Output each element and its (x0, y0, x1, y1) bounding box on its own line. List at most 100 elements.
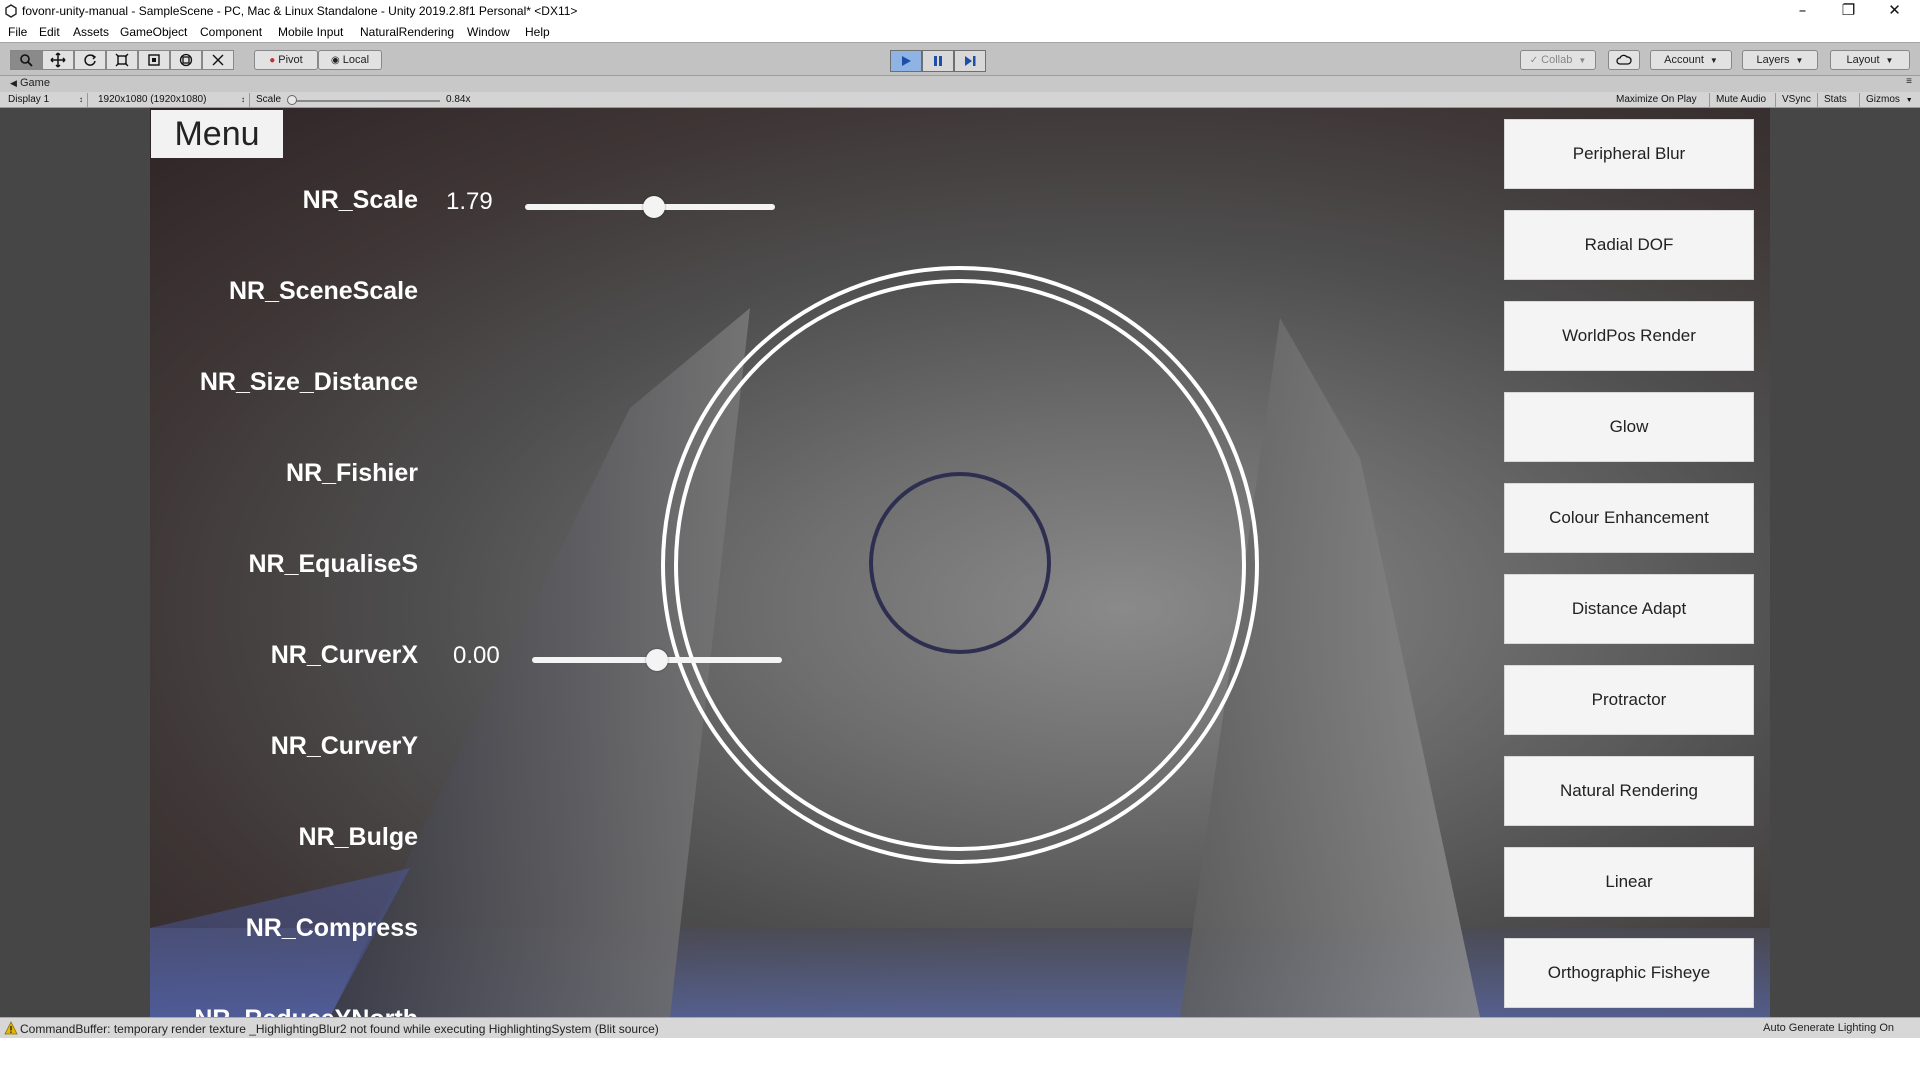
menu-file[interactable]: File (8, 25, 27, 39)
rect-tool-icon[interactable] (138, 50, 170, 70)
pivot-label: Pivot (278, 54, 303, 66)
play-icon (902, 56, 911, 66)
minimize-icon[interactable]: – (1780, 0, 1825, 22)
lighting-status: Auto Generate Lighting On (1763, 1022, 1894, 1034)
transform-tool-icon[interactable] (170, 50, 202, 70)
step-icon (965, 56, 976, 66)
menu-component[interactable]: Component (200, 25, 262, 39)
stats-toggle[interactable]: Stats (1820, 93, 1860, 107)
slider-thumb-nr-curverx[interactable] (646, 649, 668, 671)
resolution-dropdown[interactable]: 1920x1080 (1920x1080) ↕ (90, 93, 250, 107)
step-button[interactable] (954, 50, 986, 72)
linear-button[interactable]: Linear (1504, 847, 1754, 917)
restore-icon[interactable]: ❐ (1826, 0, 1871, 22)
param-label-nr-bulge: NR_Bulge (298, 823, 418, 851)
tab-menu-icon[interactable]: ≡ (1906, 76, 1912, 87)
custom-tool-icon[interactable] (202, 50, 234, 70)
cloud-icon (1616, 54, 1632, 65)
layers-label: Layers (1756, 54, 1790, 66)
peripheral-blur-button[interactable]: Peripheral Blur (1504, 119, 1754, 189)
scale-slider-thumb[interactable] (287, 95, 297, 105)
menu-assets[interactable]: Assets (73, 25, 109, 39)
param-label-nr-scale: NR_Scale (302, 186, 418, 214)
scale-label: Scale (256, 94, 282, 105)
distance-adapt-button[interactable]: Distance Adapt (1504, 574, 1754, 644)
param-label-nr-compress: NR_Compress (245, 914, 418, 942)
worldpos-render-button[interactable]: WorldPos Render (1504, 301, 1754, 371)
collab-dropdown[interactable]: ✓ Collab ▼ (1520, 50, 1596, 70)
cloud-button[interactable] (1608, 50, 1640, 70)
game-view-controls: Display 1 ↕ 1920x1080 (1920x1080) ↕ Scal… (0, 92, 1920, 108)
scale-slider-track[interactable] (290, 100, 440, 102)
slider-thumb-nr-scale[interactable] (643, 196, 665, 218)
menu-edit[interactable]: Edit (39, 25, 60, 39)
param-label-nr-curvery: NR_CurverY (270, 732, 418, 760)
play-button[interactable] (890, 50, 922, 72)
updown-icon: ↕ (241, 95, 245, 104)
layout-dropdown[interactable]: Layout ▼ (1830, 50, 1910, 70)
resolution-label: 1920x1080 (1920x1080) (98, 94, 207, 105)
gizmos-dropdown[interactable]: Gizmos ▼ (1862, 93, 1916, 107)
menu-gameobject[interactable]: GameObject (120, 25, 187, 39)
window-title: fovonr-unity-manual - SampleScene - PC, … (22, 4, 578, 18)
mute-audio-toggle[interactable]: Mute Audio (1712, 93, 1776, 107)
natural-rendering-button[interactable]: Natural Rendering (1504, 756, 1754, 826)
param-label-nr-fishier: NR_Fishier (286, 459, 418, 487)
game-icon: ◀ (10, 78, 17, 88)
hand-tool-icon[interactable] (10, 50, 42, 70)
local-label: Local (342, 54, 370, 66)
check-icon: ✓ (1529, 54, 1539, 66)
game-tab-header: ◀ Game ≡ (0, 76, 1920, 92)
radial-dof-button[interactable]: Radial DOF (1504, 210, 1754, 280)
title-bar: fovonr-unity-manual - SampleScene - PC, … (0, 0, 1920, 22)
pause-button[interactable] (922, 50, 954, 72)
globe-icon: ◉ (330, 54, 340, 66)
empty-area (0, 1038, 1920, 1080)
vsync-toggle[interactable]: VSync (1778, 93, 1818, 107)
orthographic-fisheye-button[interactable]: Orthographic Fisheye (1504, 938, 1754, 1008)
menu-bar: File Edit Assets GameObject Component Mo… (0, 22, 1920, 42)
layers-dropdown[interactable]: Layers ▼ (1742, 50, 1818, 70)
pause-icon (934, 56, 942, 66)
rotate-tool-icon[interactable] (74, 50, 106, 70)
tab-game-label: Game (19, 77, 50, 89)
layout-label: Layout (1846, 54, 1880, 66)
unity-logo-icon (5, 4, 17, 18)
colour-enhancement-button[interactable]: Colour Enhancement (1504, 483, 1754, 553)
account-label: Account (1664, 54, 1704, 66)
game-viewport[interactable]: Menu NR_Scale 1.79 NR_SceneScale NR_Size… (0, 108, 1920, 1017)
param-label-nr-equalises: NR_EqualiseS (248, 550, 418, 578)
local-toggle[interactable]: ◉ Local (318, 50, 382, 70)
gizmos-label: Gizmos (1866, 94, 1900, 105)
tab-game[interactable]: ◀ Game (10, 77, 50, 89)
param-value-nr-curverx: 0.00 (453, 642, 500, 669)
pivot-toggle[interactable]: ● Pivot (254, 50, 318, 70)
account-dropdown[interactable]: Account ▼ (1650, 50, 1732, 70)
glow-button[interactable]: Glow (1504, 392, 1754, 462)
menu-window[interactable]: Window (467, 25, 510, 39)
param-value-nr-scale: 1.79 (446, 188, 493, 215)
move-tool-icon[interactable] (42, 50, 74, 70)
scale-tool-icon[interactable] (106, 50, 138, 70)
close-icon[interactable]: ✕ (1872, 0, 1917, 22)
menu-help[interactable]: Help (525, 25, 550, 39)
param-label-nr-size-distance: NR_Size_Distance (199, 368, 418, 396)
console-message[interactable]: CommandBuffer: temporary render texture … (20, 1022, 659, 1036)
param-label-nr-curverx: NR_CurverX (270, 641, 418, 669)
display-label: Display 1 (8, 94, 50, 105)
chevron-down-icon: ▼ (1885, 55, 1894, 65)
maximize-on-play-toggle[interactable]: Maximize On Play (1612, 93, 1710, 107)
pivot-icon: ● (269, 54, 276, 66)
menu-mobile-input[interactable]: Mobile Input (278, 25, 343, 39)
menu-naturalrendering[interactable]: NaturalRendering (360, 25, 454, 39)
protractor-button[interactable]: Protractor (1504, 665, 1754, 735)
collab-label: Collab (1541, 54, 1573, 66)
menu-button[interactable]: Menu (151, 110, 283, 158)
toolbar: ● Pivot ◉ Local ✓ Collab ▼ Account ▼ Lay… (0, 42, 1920, 76)
param-label-nr-reduceynorth: NR_ReduceYNorth (194, 1005, 418, 1017)
updown-icon: ↕ (79, 95, 83, 104)
display-dropdown[interactable]: Display 1 ↕ (4, 93, 88, 107)
status-bar: CommandBuffer: temporary render texture … (0, 1017, 1920, 1038)
scale-value: 0.84x (446, 94, 471, 105)
warning-icon (4, 1021, 18, 1035)
